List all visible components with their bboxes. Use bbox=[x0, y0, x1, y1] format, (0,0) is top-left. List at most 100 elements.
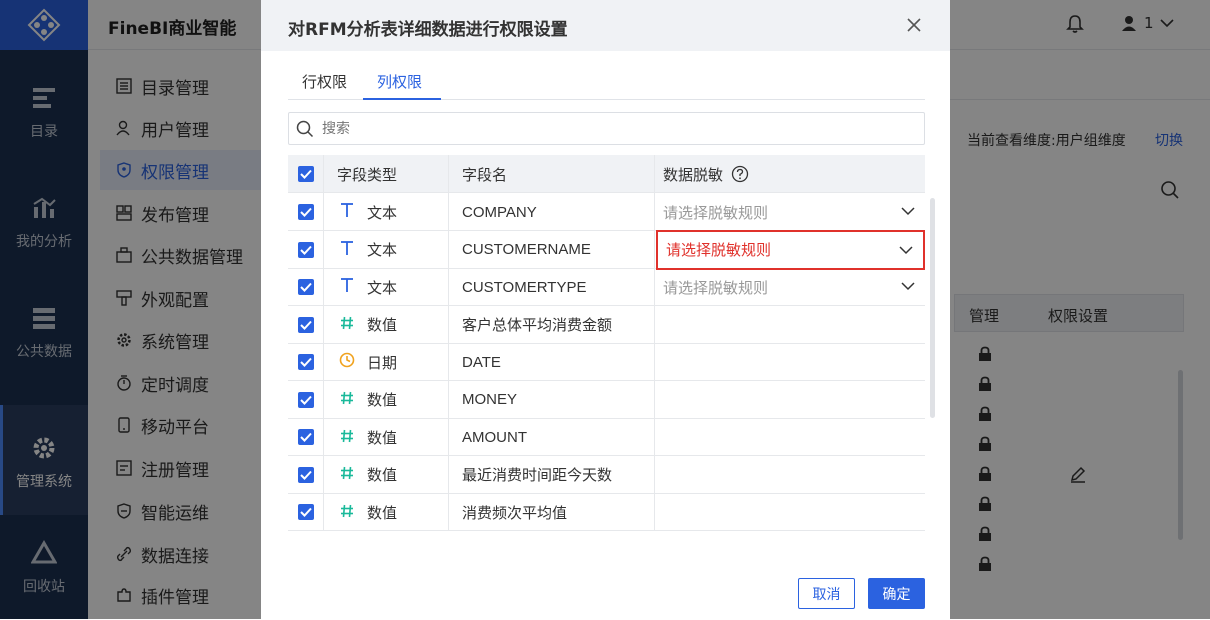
table-row: 数值 AMOUNT bbox=[288, 418, 925, 456]
search-input[interactable] bbox=[322, 119, 912, 139]
checkmark-icon bbox=[299, 432, 312, 442]
row-checkbox[interactable] bbox=[297, 279, 314, 295]
mask-rule-value: 请选择脱敏规则 bbox=[666, 241, 772, 259]
checkmark-icon bbox=[299, 395, 312, 405]
field-name-cell: CUSTOMERTYPE bbox=[449, 268, 655, 306]
checkbox-cell bbox=[288, 380, 324, 419]
field-name-cell: CUSTOMERNAME bbox=[449, 230, 655, 269]
help-icon[interactable] bbox=[731, 165, 749, 183]
checkbox-cell bbox=[288, 230, 324, 269]
row-checkbox[interactable] bbox=[297, 354, 314, 370]
field-name-cell: 消费频次平均值 bbox=[449, 493, 655, 531]
app-root: 目录 我的分析 公共数据 管理系统 回收站 FineBI商业智能 1 目录管理 … bbox=[0, 0, 1210, 619]
field-name-cell: 客户总体平均消费金额 bbox=[449, 305, 655, 344]
mask-rule-select[interactable]: 请选择脱敏规则 bbox=[655, 268, 925, 306]
close-icon[interactable] bbox=[905, 16, 923, 34]
field-name: CUSTOMERNAME bbox=[462, 241, 591, 258]
table-header-row: 字段类型 字段名 数据脱敏 bbox=[288, 155, 925, 193]
field-type-cell: 数值 bbox=[324, 418, 449, 456]
cancel-button[interactable]: 取消 bbox=[798, 578, 855, 609]
field-name-cell: 最近消费时间距今天数 bbox=[449, 455, 655, 494]
chevron-down-icon bbox=[899, 245, 913, 254]
checkmark-icon bbox=[299, 357, 312, 367]
checkbox-cell bbox=[288, 193, 324, 231]
mask-rule-cell bbox=[655, 456, 925, 494]
chevron-down-icon bbox=[901, 207, 915, 216]
field-type-label: 数值 bbox=[367, 391, 398, 409]
row-checkbox[interactable] bbox=[297, 204, 314, 220]
permission-tabs: 行权限 列权限 bbox=[288, 63, 925, 100]
checkbox-cell bbox=[288, 268, 324, 306]
checkbox-cell bbox=[288, 418, 324, 456]
row-checkbox[interactable] bbox=[297, 429, 314, 445]
row-checkbox[interactable] bbox=[297, 316, 314, 333]
field-type-cell: 文本 bbox=[324, 193, 449, 231]
column-permission-dialog: 对RFM分析表详细数据进行权限设置 行权限 列权限 字 bbox=[261, 0, 950, 619]
row-checkbox[interactable] bbox=[297, 391, 314, 408]
mask-rule-cell bbox=[655, 493, 925, 531]
checkmark-icon bbox=[299, 282, 312, 292]
table-row: 数值 客户总体平均消费金额 bbox=[288, 305, 925, 344]
mask-rule-select[interactable]: 请选择脱敏规则 bbox=[656, 229, 925, 270]
field-type-label: 数值 bbox=[367, 466, 398, 484]
field-type-cell: 文本 bbox=[324, 230, 449, 269]
mask-rule-cell bbox=[655, 306, 925, 344]
text-type-icon bbox=[337, 277, 357, 297]
field-name: 消费频次平均值 bbox=[462, 504, 568, 522]
column-header-mask-label: 数据脱敏 bbox=[663, 165, 724, 184]
field-name: 最近消费时间距今天数 bbox=[462, 467, 613, 484]
checkbox-cell bbox=[288, 455, 324, 494]
column-header-mask: 数据脱敏 bbox=[655, 155, 925, 193]
field-type-cell: 数值 bbox=[324, 455, 449, 494]
field-name-cell: COMPANY bbox=[449, 193, 655, 231]
column-header-type: 字段类型 bbox=[324, 155, 449, 193]
search-icon bbox=[296, 120, 314, 138]
table-row: 文本 COMPANY 请选择脱敏规则 bbox=[288, 193, 925, 231]
row-checkbox[interactable] bbox=[297, 466, 314, 483]
field-name: DATE bbox=[462, 353, 501, 371]
table-row: 日期 DATE bbox=[288, 343, 925, 381]
number-type-icon bbox=[337, 315, 357, 334]
tab-row-permission[interactable]: 行权限 bbox=[302, 71, 347, 92]
mask-rule-value: 请选择脱敏规则 bbox=[663, 203, 769, 222]
field-table: 字段类型 字段名 数据脱敏 文本 COMPANY 请选择脱敏规则 文本 CUSTOMER… bbox=[288, 155, 925, 540]
row-checkbox[interactable] bbox=[297, 241, 314, 258]
column-header-field-label: 字段名 bbox=[462, 166, 508, 184]
field-type-label: 文本 bbox=[367, 203, 398, 222]
checkbox-cell bbox=[288, 305, 324, 344]
field-name: AMOUNT bbox=[462, 428, 527, 446]
checkbox-cell bbox=[288, 493, 324, 531]
table-row: 文本 CUSTOMERNAME 请选择脱敏规则 bbox=[288, 229, 925, 270]
dialog-scrollbar[interactable] bbox=[930, 198, 935, 418]
field-name: MONEY bbox=[462, 391, 518, 408]
field-type-label: 文本 bbox=[367, 241, 398, 259]
confirm-button[interactable]: 确定 bbox=[868, 578, 925, 609]
number-type-icon bbox=[337, 428, 357, 447]
row-checkbox[interactable] bbox=[297, 504, 314, 520]
field-type-cell: 文本 bbox=[324, 268, 449, 306]
tab-column-permission[interactable]: 列权限 bbox=[377, 71, 422, 92]
select-all-cell bbox=[288, 155, 324, 193]
checkbox-cell bbox=[288, 343, 324, 381]
number-type-icon bbox=[337, 503, 357, 522]
number-type-icon bbox=[337, 390, 357, 409]
field-name-cell: AMOUNT bbox=[449, 418, 655, 456]
checkmark-icon bbox=[299, 169, 312, 179]
mask-rule-value: 请选择脱敏规则 bbox=[663, 278, 769, 297]
table-row: 数值 MONEY bbox=[288, 380, 925, 419]
field-type-label: 文本 bbox=[367, 278, 398, 297]
field-type-label: 日期 bbox=[367, 353, 398, 372]
search-box[interactable] bbox=[288, 112, 925, 145]
select-all-checkbox[interactable] bbox=[297, 166, 314, 182]
checkmark-icon bbox=[299, 507, 312, 517]
field-name: COMPANY bbox=[462, 203, 537, 221]
mask-rule-select[interactable]: 请选择脱敏规则 bbox=[655, 193, 925, 231]
text-type-icon bbox=[337, 202, 357, 222]
dialog-title: 对RFM分析表详细数据进行权限设置 bbox=[288, 20, 568, 40]
mask-rule-cell bbox=[655, 343, 925, 381]
field-type-label: 数值 bbox=[367, 316, 398, 334]
field-type-label: 数值 bbox=[367, 503, 398, 522]
text-type-icon bbox=[337, 240, 357, 260]
field-name: 客户总体平均消费金额 bbox=[462, 317, 613, 334]
checkmark-icon bbox=[299, 245, 312, 255]
